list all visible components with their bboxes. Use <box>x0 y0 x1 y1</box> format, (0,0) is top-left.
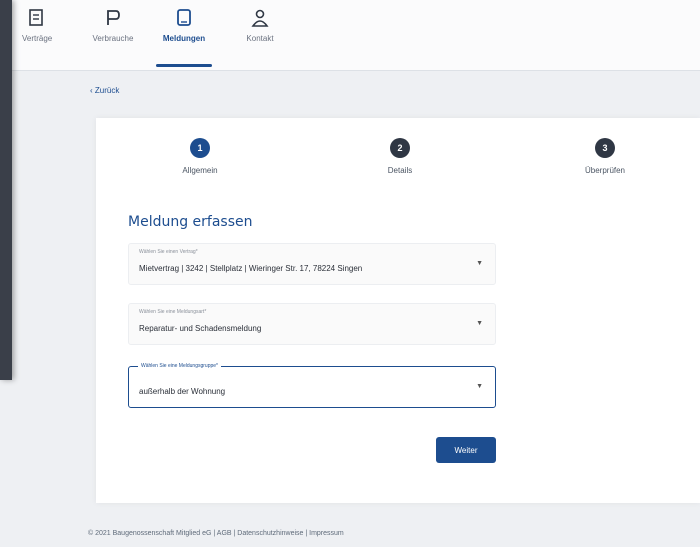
back-link[interactable]: ‹ Zurück <box>90 86 119 95</box>
window-frame-edge <box>0 0 12 380</box>
field-value: Reparatur- und Schadensmeldung <box>139 324 262 333</box>
nav-item-label: Verträge <box>22 34 53 43</box>
top-navigation: Verträge Verbrauche Meldungen Kontakt <box>0 0 700 71</box>
dropdown-arrow-icon: ▼ <box>476 383 483 390</box>
dropdown-arrow-icon: ▼ <box>476 260 483 267</box>
step-label: Allgemein <box>182 166 218 175</box>
footer-text: © 2021 Baugenossenschaft Mitglied eG | A… <box>88 530 344 537</box>
field-label: Wählen Sie einen Vertrag* <box>139 249 198 255</box>
nav-item-label: Meldungen <box>162 34 206 43</box>
step-label: Details <box>387 166 413 175</box>
nav-item-label: Kontakt <box>246 34 274 43</box>
consumption-icon <box>107 10 120 25</box>
report-type-select[interactable]: Wählen Sie eine Meldungsart* Reparatur- … <box>128 303 496 345</box>
page-title: Meldung erfassen <box>128 214 253 230</box>
field-label: Wählen Sie eine Meldungsgruppe* <box>138 363 221 369</box>
nav-item-label: Verbrauche <box>92 34 134 43</box>
reports-icon <box>177 9 191 26</box>
step-number: 1 <box>190 138 210 158</box>
field-value: Mietvertrag | 3242 | Stellplatz | Wierin… <box>139 264 363 273</box>
nav-item-kontakt[interactable]: Kontakt <box>240 8 280 64</box>
contract-select[interactable]: Wählen Sie einen Vertrag* Mietvertrag | … <box>128 243 496 285</box>
nav-item-verbrauche[interactable]: Verbrauche <box>88 8 138 64</box>
field-label: Wählen Sie eine Meldungsart* <box>139 309 207 315</box>
step-ueberpruefen: 3 Überprüfen <box>565 138 645 175</box>
chevron-left-icon: ‹ <box>90 86 93 95</box>
step-details: 2 Details <box>360 138 440 175</box>
contact-icon <box>251 9 269 27</box>
step-number: 3 <box>595 138 615 158</box>
field-value: außerhalb der Wohnung <box>139 387 226 396</box>
dropdown-arrow-icon: ▼ <box>476 320 483 327</box>
contract-icon <box>29 9 43 26</box>
next-button[interactable]: Weiter <box>436 437 496 463</box>
back-link-label: Zurück <box>94 86 120 95</box>
form-card: 1 Allgemein 2 Details 3 Überprüfen Meldu… <box>96 118 700 503</box>
step-number: 2 <box>390 138 410 158</box>
report-group-select[interactable]: Wählen Sie eine Meldungsgruppe* außerhal… <box>128 363 496 408</box>
nav-item-vertraege[interactable]: Verträge <box>22 8 52 64</box>
nav-item-meldungen[interactable]: Meldungen <box>156 8 212 67</box>
step-label: Überprüfen <box>584 166 626 175</box>
step-allgemein: 1 Allgemein <box>160 138 240 175</box>
